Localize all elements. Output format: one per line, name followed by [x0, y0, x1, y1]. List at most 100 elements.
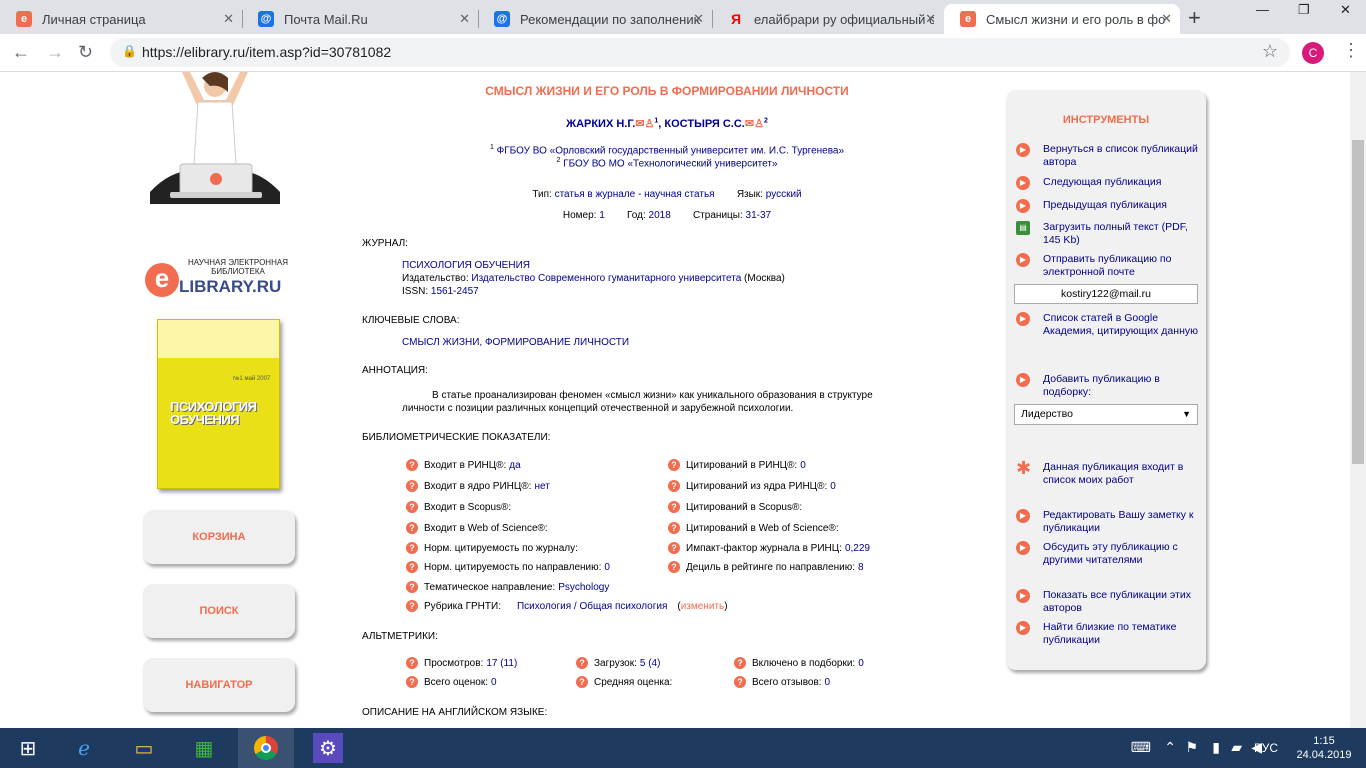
find-similar[interactable]: ▶ Найти близкие по тематике публикации [1016, 621, 1201, 647]
settings-gear-icon[interactable]: ⚙ [300, 728, 356, 768]
add-to-collection[interactable]: ▶ Добавить публикацию в подборку: [1016, 373, 1201, 399]
google-scholar-citing[interactable]: ▶ Список статей в Google Академия, цитиру… [1016, 312, 1201, 338]
tab-mail[interactable]: @ Почта Mail.Ru ✕ [242, 4, 478, 34]
journal-link[interactable]: ПСИХОЛОГИЯ ОБУЧЕНИЯ [402, 260, 530, 271]
profile-icon[interactable]: ♙ [754, 118, 764, 130]
help-question-icon[interactable]: ? [576, 676, 588, 688]
menu-icon[interactable]: ⋮ [1342, 40, 1360, 61]
help-question-icon[interactable]: ? [668, 459, 680, 471]
edit-note[interactable]: ▶ Редактировать Вашу заметку к публикации [1016, 509, 1201, 535]
bibliometric-left-row: ? Рубрика ГРНТИ: Психология / Общая психол… [406, 600, 728, 612]
grnti-edit-link[interactable]: изменить [681, 601, 725, 612]
tab-personal-page[interactable]: e Личная страница ✕ [0, 4, 242, 34]
bibliometric-right-row: ? Дециль в рейтинге по направлению: 8 [668, 561, 864, 573]
affiliation-2[interactable]: 2 ГБОУ ВО МО «Технологический университе… [362, 157, 972, 169]
metric-label: Импакт-фактор журнала в РИНЦ: [686, 542, 842, 554]
start-windows-icon[interactable]: ⊞ [0, 728, 56, 768]
keyboard-icon[interactable]: ⌨ [1131, 739, 1151, 756]
chrome-icon[interactable] [238, 728, 294, 768]
close-tab-icon[interactable]: ✕ [223, 11, 234, 27]
url-text[interactable]: https://elibrary.ru/item.asp?id=30781082 [142, 44, 391, 60]
battery-icon[interactable]: ▮ [1212, 739, 1220, 756]
mail-icon[interactable]: ✉ [635, 118, 644, 130]
reload-icon[interactable]: ↻ [78, 42, 93, 63]
show-all-author-publications[interactable]: ▶ Показать все публикации этих авторов [1016, 589, 1201, 615]
help-question-icon[interactable]: ? [668, 542, 680, 554]
scrollbar-thumb[interactable] [1352, 140, 1364, 464]
in-my-works[interactable]: ✱ Данная публикация входит в список моих … [1016, 459, 1201, 487]
close-tab-icon[interactable]: ✕ [1161, 11, 1172, 27]
close-window-icon[interactable]: ✕ [1340, 2, 1351, 18]
help-question-icon[interactable]: ? [734, 657, 746, 669]
help-question-icon[interactable]: ? [406, 657, 418, 669]
metric-label: Тематическое направление: [424, 581, 556, 593]
bookmark-star-icon[interactable]: ☆ [1262, 41, 1278, 62]
help-question-icon[interactable]: ? [668, 522, 680, 534]
tab-recommendations[interactable]: @ Рекомендации по заполнению ✕ [478, 4, 712, 34]
input-language[interactable]: РУС [1254, 741, 1278, 755]
file-explorer-icon[interactable]: ▭ [116, 728, 172, 768]
help-question-icon[interactable]: ? [406, 542, 418, 554]
address-bar[interactable]: 🔒 https://elibrary.ru/item.asp?id=307810… [110, 38, 1290, 67]
clock[interactable]: 1:15 24.04.2019 [1292, 734, 1356, 762]
back-icon[interactable]: ← [12, 42, 30, 63]
metric-label: Всего оценок: [424, 676, 488, 688]
altmetric-row: ? Включено в подборки: 0 [734, 657, 864, 669]
publisher-link[interactable]: Издательство Современного гуманитарного … [471, 273, 741, 284]
minimize-icon[interactable]: — [1256, 2, 1269, 17]
next-publication[interactable]: ▶ Следующая публикация [1016, 176, 1201, 190]
search-button[interactable]: ПОИСК [143, 584, 295, 638]
help-question-icon[interactable]: ? [406, 676, 418, 688]
author-2-link[interactable]: КОСТЫРЯ С.С. [664, 118, 744, 130]
mail-icon[interactable]: ✉ [745, 118, 754, 130]
profile-avatar[interactable]: C [1302, 42, 1324, 64]
help-question-icon[interactable]: ? [734, 676, 746, 688]
metric-value[interactable]: Психология / Общая психология [517, 601, 667, 612]
download-fulltext[interactable]: ▤ Загрузить полный текст (PDF, 145 Kb) [1016, 221, 1201, 247]
collection-select[interactable]: Лидерство ▼ [1014, 404, 1198, 425]
email-field[interactable]: kostiry122@mail.ru [1014, 284, 1198, 304]
send-by-email[interactable]: ▶ Отправить публикацию по электронной поч… [1016, 253, 1201, 279]
store-icon[interactable]: ▦ [176, 728, 232, 768]
signal-icon[interactable]: ▰ [1231, 739, 1242, 756]
keywords-link[interactable]: СМЫСЛ ЖИЗНИ, ФОРМИРОВАНИЕ ЛИЧНОСТИ [402, 336, 629, 349]
author-1-link[interactable]: ЖАРКИХ Н.Г. [566, 118, 635, 130]
tab-yandex[interactable]: Яелайбрари ру официальный са ✕ [712, 4, 944, 34]
cover-title-2: ОБУЧЕНИЯ [170, 412, 240, 427]
close-tab-icon[interactable]: ✕ [925, 11, 936, 27]
arrow-right-icon: ▶ [1016, 621, 1030, 635]
new-tab-button[interactable]: + [1188, 5, 1201, 31]
previous-publication[interactable]: ▶ Предыдущая публикация [1016, 199, 1201, 213]
help-question-icon[interactable]: ? [406, 561, 418, 573]
discuss-publication[interactable]: ▶ Обсудить эту публикацию с другими читат… [1016, 541, 1201, 567]
vertical-scrollbar[interactable] [1350, 72, 1366, 728]
author-2-sup: 2 [763, 117, 768, 125]
help-question-icon[interactable]: ? [406, 600, 418, 612]
chevron-up-icon[interactable]: ⌃ [1164, 739, 1176, 756]
help-question-icon[interactable]: ? [668, 501, 680, 513]
help-question-icon[interactable]: ? [406, 501, 418, 513]
help-question-icon[interactable]: ? [406, 480, 418, 492]
restore-icon[interactable]: ❐ [1298, 2, 1310, 18]
arrow-right-icon: ▶ [1016, 143, 1030, 157]
help-question-icon[interactable]: ? [668, 480, 680, 492]
help-question-icon[interactable]: ? [668, 561, 680, 573]
help-question-icon[interactable]: ? [576, 657, 588, 669]
elibrary-logo[interactable]: e НАУЧНАЯ ЭЛЕКТРОННАЯ БИБЛИОТЕКА LIBRARY… [145, 255, 305, 300]
tab-current-article[interactable]: e Смысл жизни и его роль в фор ✕ [944, 4, 1180, 34]
forward-icon[interactable]: → [46, 42, 64, 63]
close-tab-icon[interactable]: ✕ [459, 11, 470, 27]
affiliation-1[interactable]: 1 ФГБОУ ВО «Орловский государственный ун… [362, 144, 972, 156]
internet-explorer-icon[interactable]: ℯ [56, 728, 112, 768]
help-question-icon[interactable]: ? [406, 459, 418, 471]
profile-icon[interactable]: ♙ [645, 118, 655, 130]
help-question-icon[interactable]: ? [406, 522, 418, 534]
help-question-icon[interactable]: ? [406, 581, 418, 593]
flag-icon[interactable]: ⚑ [1185, 739, 1198, 756]
back-to-author-list[interactable]: ▶ Вернуться в список публикаций автора [1016, 143, 1201, 169]
journal-cover[interactable]: №1 май 2007 ПСИХОЛОГИЯ ОБУЧЕНИЯ [157, 319, 280, 489]
close-tab-icon[interactable]: ✕ [693, 11, 704, 27]
tools-panel: ИНСТРУМЕНТЫ ▶ Вернуться в список публикац… [1006, 90, 1206, 670]
cart-button[interactable]: КОРЗИНА [143, 510, 295, 564]
navigator-button[interactable]: НАВИГАТОР [143, 658, 295, 712]
